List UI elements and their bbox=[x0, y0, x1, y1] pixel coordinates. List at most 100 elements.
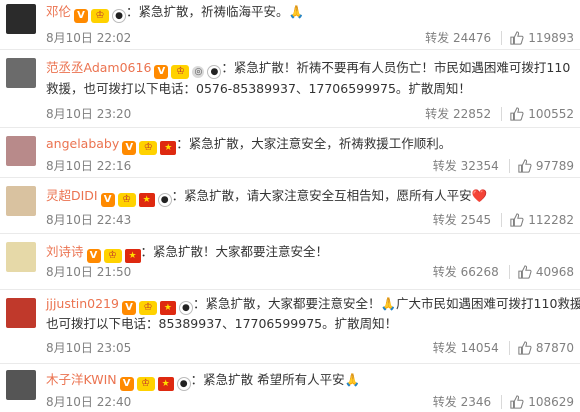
avatar[interactable] bbox=[6, 136, 36, 166]
comment-feed: 邓伦 V ♔ ● ：紧急扩散，祈祷临海平安。🙏 8月10日 22:02 转发 24476… bbox=[0, 0, 580, 412]
username-link[interactable]: 刘诗诗 bbox=[46, 244, 84, 259]
like-button[interactable]: 87870 bbox=[518, 340, 574, 356]
repost-button[interactable]: 转发 2346 bbox=[433, 394, 491, 410]
comment-text: ：紧急扩散，大家都要注意安全！🙏广大市民如遇困难可拨打110救援， bbox=[192, 296, 580, 311]
thumbs-up-icon bbox=[510, 395, 524, 409]
comment-text-line-2: 也可拨打以下电话：85389937、17706599975。扩散周知！ bbox=[46, 316, 398, 331]
verified-v-icon: V bbox=[86, 249, 101, 263]
comment-item: 刘诗诗 V ♔ ★ ：紧急扩散！大家都要注意安全！ 8月10日 21:50 转发 662… bbox=[0, 234, 580, 290]
repost-button[interactable]: 转发 24476 bbox=[425, 30, 491, 46]
china-flag-icon: ★ bbox=[124, 249, 141, 263]
repost-count: 22852 bbox=[453, 107, 492, 121]
username-link[interactable]: jjjustin0219 bbox=[46, 296, 119, 311]
vip-member-icon: ♔ bbox=[91, 9, 110, 23]
comment-text-line: jjjustin0219 V ♔ ★ ● ：紧急扩散，大家都要注意安全！🙏广大市民如遇困难… bbox=[46, 294, 580, 315]
china-flag-icon: ★ bbox=[159, 301, 176, 315]
comment-actions: 转发 24476 119893 bbox=[425, 30, 574, 46]
comment-item: 灵超DIDI V ♔ ★ ● ：紧急扩散，请大家注意安全互相告知，愿所有人平安❤️ 8月1… bbox=[0, 178, 580, 234]
like-count: 87870 bbox=[535, 341, 574, 355]
verified-v-icon: V bbox=[119, 377, 134, 391]
thumbs-up-icon bbox=[518, 341, 532, 355]
comment-actions: 转发 2346 108629 bbox=[433, 394, 574, 410]
username-link[interactable]: 范丞丞Adam0616 bbox=[46, 60, 151, 75]
comment-text: ：紧急扩散 希望所有人平安🙏 bbox=[190, 372, 361, 387]
verified-v-icon: V bbox=[100, 193, 115, 207]
divider bbox=[508, 265, 510, 279]
timestamp: 8月10日 22:40 bbox=[46, 395, 132, 409]
verified-v-icon: V bbox=[122, 141, 137, 155]
divider bbox=[501, 107, 503, 121]
like-button[interactable]: 112282 bbox=[510, 212, 574, 228]
repost-label: 转发 bbox=[425, 31, 450, 45]
repost-button[interactable]: 转发 14054 bbox=[433, 340, 499, 356]
repost-button[interactable]: 转发 22852 bbox=[425, 106, 491, 122]
like-count: 97789 bbox=[535, 159, 574, 173]
vip-member-icon: ♔ bbox=[138, 301, 157, 315]
china-flag-icon: ★ bbox=[160, 141, 177, 155]
panda-icon: ● bbox=[112, 9, 127, 23]
like-button[interactable]: 100552 bbox=[510, 106, 574, 122]
like-button[interactable]: 40968 bbox=[518, 264, 574, 280]
like-button[interactable]: 119893 bbox=[510, 30, 574, 46]
china-flag-icon: ★ bbox=[138, 193, 155, 207]
divider bbox=[508, 341, 510, 355]
comment-text: ：紧急扩散，请大家注意安全互相告知，愿所有人平安❤️ bbox=[171, 188, 488, 203]
panda-icon: ● bbox=[157, 193, 172, 207]
comment-text-line-2: 救援，也可拨打以下电话：0576-85389937、17706599975。扩散… bbox=[46, 81, 471, 96]
avatar[interactable] bbox=[6, 4, 36, 34]
divider bbox=[501, 31, 503, 45]
avatar[interactable] bbox=[6, 242, 36, 272]
avatar[interactable] bbox=[6, 298, 36, 328]
timestamp: 8月10日 21:50 bbox=[46, 265, 132, 279]
avatar[interactable] bbox=[6, 58, 36, 88]
vip-member-icon: ♔ bbox=[103, 249, 122, 263]
comment-item: jjjustin0219 V ♔ ★ ● ：紧急扩散，大家都要注意安全！🙏广大市民如遇困难… bbox=[0, 290, 580, 364]
like-button[interactable]: 97789 bbox=[518, 158, 574, 174]
username-link[interactable]: 灵超DIDI bbox=[46, 188, 98, 203]
repost-button[interactable]: 转发 66268 bbox=[433, 264, 499, 280]
comment-item: 范丞丞Adam0616 V ♔ ◎ ● ：紧急扩散！祈祷不要再有人员伤亡！市民如遇困难可拨… bbox=[0, 50, 580, 128]
repost-count: 2346 bbox=[460, 395, 492, 409]
panda-icon: ● bbox=[176, 377, 191, 391]
like-count: 112282 bbox=[528, 213, 574, 227]
timestamp: 8月10日 22:43 bbox=[46, 213, 132, 227]
comment-item: angelababy V ♔ ★ ：紧急扩散，大家注意安全，祈祷救援工作顺利。 8月10… bbox=[0, 128, 580, 178]
comment-actions: 转发 32354 97789 bbox=[433, 158, 574, 174]
username-link[interactable]: 木子洋KWIN bbox=[46, 372, 117, 387]
repost-button[interactable]: 转发 2545 bbox=[433, 212, 491, 228]
comment-actions: 转发 14054 87870 bbox=[433, 340, 574, 356]
thumbs-up-icon bbox=[510, 213, 524, 227]
vip-member-icon: ♔ bbox=[139, 141, 158, 155]
like-count: 108629 bbox=[528, 395, 574, 409]
timestamp: 8月10日 22:02 bbox=[46, 31, 132, 45]
like-button[interactable]: 108629 bbox=[510, 394, 574, 410]
thumbs-up-icon bbox=[510, 31, 524, 45]
repost-label: 转发 bbox=[432, 159, 457, 173]
repost-count: 2545 bbox=[460, 213, 492, 227]
comment-item: 邓伦 V ♔ ● ：紧急扩散，祈祷临海平安。🙏 8月10日 22:02 转发 24476… bbox=[0, 0, 580, 50]
vip-member-icon: ♔ bbox=[117, 193, 136, 207]
timestamp: 8月10日 23:05 bbox=[46, 341, 132, 355]
comment-actions: 转发 22852 100552 bbox=[425, 106, 574, 122]
panda-icon: ● bbox=[178, 301, 193, 315]
username-link[interactable]: 邓伦 bbox=[46, 4, 71, 19]
verified-v-icon: V bbox=[121, 301, 136, 315]
comment-actions: 转发 66268 40968 bbox=[433, 264, 574, 280]
divider bbox=[501, 213, 503, 227]
comment-text: ：紧急扩散，大家注意安全，祈祷救援工作顺利。 bbox=[176, 136, 452, 151]
repost-count: 32354 bbox=[460, 159, 499, 173]
panda-icon: ● bbox=[207, 65, 222, 79]
repost-count: 14054 bbox=[460, 341, 499, 355]
repost-label: 转发 bbox=[432, 265, 457, 279]
timestamp: 8月10日 23:20 bbox=[46, 107, 132, 121]
comment-text: ：紧急扩散，祈祷临海平安。🙏 bbox=[126, 4, 305, 19]
repost-label: 转发 bbox=[432, 395, 457, 409]
like-count: 40968 bbox=[535, 265, 574, 279]
avatar[interactable] bbox=[6, 186, 36, 216]
username-link[interactable]: angelababy bbox=[46, 136, 119, 151]
divider bbox=[508, 159, 510, 173]
avatar[interactable] bbox=[6, 370, 36, 400]
repost-button[interactable]: 转发 32354 bbox=[433, 158, 499, 174]
comment-text-line: 邓伦 V ♔ ● ：紧急扩散，祈祷临海平安。🙏 bbox=[46, 2, 574, 23]
vip-member-icon: ♔ bbox=[171, 65, 190, 79]
